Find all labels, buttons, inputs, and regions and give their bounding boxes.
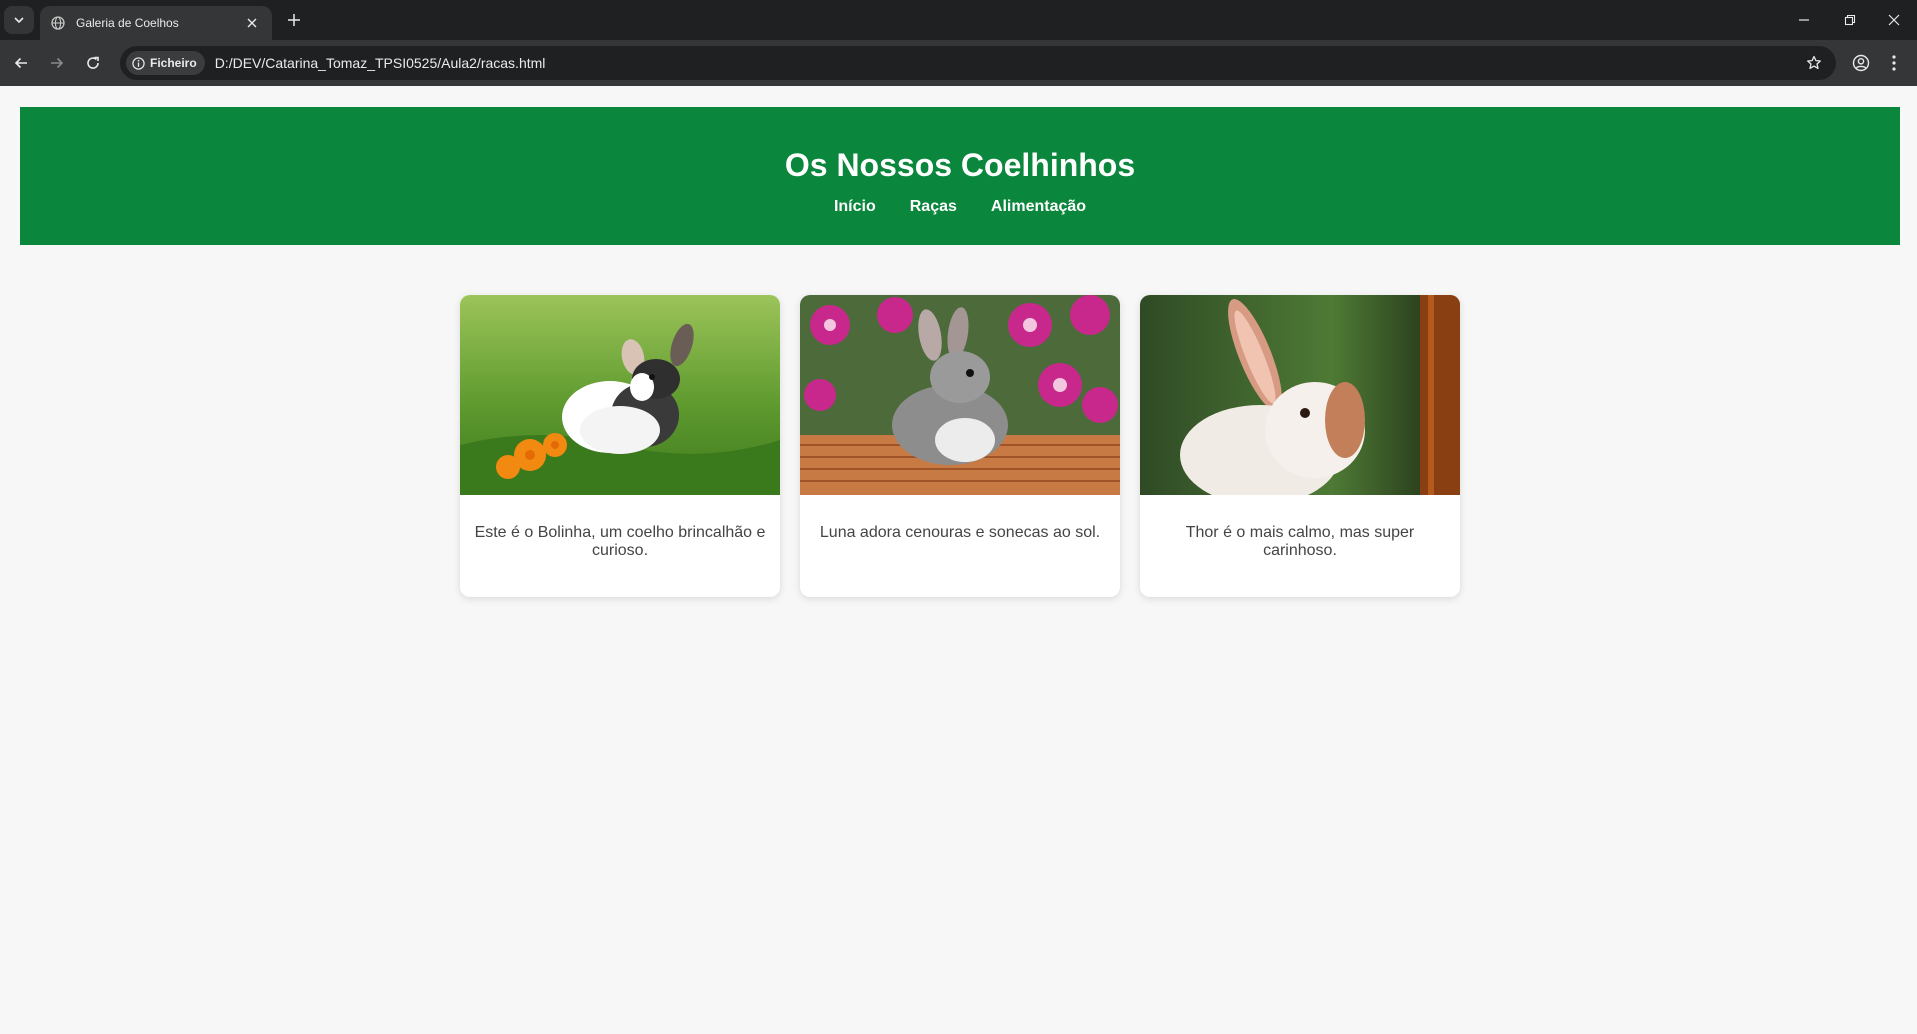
page-viewport: Os Nossos Coelhinhos Início Raças Alimen… xyxy=(0,86,1917,1034)
forward-button[interactable] xyxy=(42,48,72,78)
menu-dots-icon xyxy=(1892,55,1896,71)
site-nav: Início Raças Alimentação xyxy=(20,197,1900,217)
minimize-button[interactable] xyxy=(1781,0,1827,40)
info-icon xyxy=(132,56,145,70)
plus-icon xyxy=(288,14,300,26)
card-caption: Luna adora cenouras e sonecas ao sol. xyxy=(819,524,1101,541)
restore-button[interactable] xyxy=(1827,0,1873,40)
file-scheme-label: Ficheiro xyxy=(150,56,197,70)
close-window-button[interactable] xyxy=(1871,0,1917,40)
profile-button[interactable] xyxy=(1846,48,1876,78)
rabbit-card: Este é o Bolinha, um coelho brincalhão e… xyxy=(460,295,780,597)
back-button[interactable] xyxy=(6,48,36,78)
globe-icon xyxy=(50,15,66,31)
rabbit-photo-bolinha xyxy=(460,295,780,495)
new-tab-button[interactable] xyxy=(280,8,308,32)
site-title: Os Nossos Coelhinhos xyxy=(784,147,1136,183)
rabbit-card: Thor é o mais calmo, mas super carinhoso… xyxy=(1140,295,1460,597)
rabbit-photo-thor xyxy=(1140,295,1460,495)
close-icon[interactable] xyxy=(242,13,262,33)
back-icon xyxy=(14,57,27,69)
url-text[interactable]: D:/DEV/Catarina_Tomaz_TPSI0525/Aula2/rac… xyxy=(215,55,1798,71)
profile-icon xyxy=(1852,54,1870,72)
nav-link-racas[interactable]: Raças xyxy=(910,197,957,217)
bookmark-button[interactable] xyxy=(1798,47,1830,79)
close-window-icon xyxy=(1888,14,1900,26)
rabbit-photo-luna xyxy=(800,295,1120,495)
nav-link-alimentacao[interactable]: Alimentação xyxy=(991,197,1086,217)
minimize-icon xyxy=(1799,19,1809,21)
nav-link-inicio[interactable]: Início xyxy=(834,197,876,217)
card-caption: Thor é o mais calmo, mas super carinhoso… xyxy=(1185,524,1415,559)
rabbit-gallery: Este é o Bolinha, um coelho brincalhão e… xyxy=(460,295,1460,597)
site-info-chip[interactable]: Ficheiro xyxy=(126,51,205,75)
site-header: Os Nossos Coelhinhos Início Raças Alimen… xyxy=(20,107,1900,245)
card-caption: Este é o Bolinha, um coelho brincalhão e… xyxy=(474,524,766,559)
chevron-down-icon xyxy=(14,17,24,24)
forward-icon xyxy=(51,57,64,69)
restore-icon xyxy=(1844,14,1856,26)
browser-menu-button[interactable] xyxy=(1882,48,1906,78)
tab-title: Galeria de Coelhos xyxy=(76,16,179,30)
reload-icon xyxy=(87,56,99,69)
browser-toolbar: Ficheiro D:/DEV/Catarina_Tomaz_TPSI0525/… xyxy=(0,40,1917,86)
reload-button[interactable] xyxy=(78,48,108,78)
rabbit-card: Luna adora cenouras e sonecas ao sol. xyxy=(800,295,1120,597)
browser-tab-bar: Galeria de Coelhos xyxy=(0,0,1917,40)
star-icon xyxy=(1807,55,1821,70)
tab-list-button[interactable] xyxy=(4,6,34,34)
address-bar[interactable]: Ficheiro D:/DEV/Catarina_Tomaz_TPSI0525/… xyxy=(120,46,1836,80)
browser-tab[interactable]: Galeria de Coelhos xyxy=(40,6,272,40)
